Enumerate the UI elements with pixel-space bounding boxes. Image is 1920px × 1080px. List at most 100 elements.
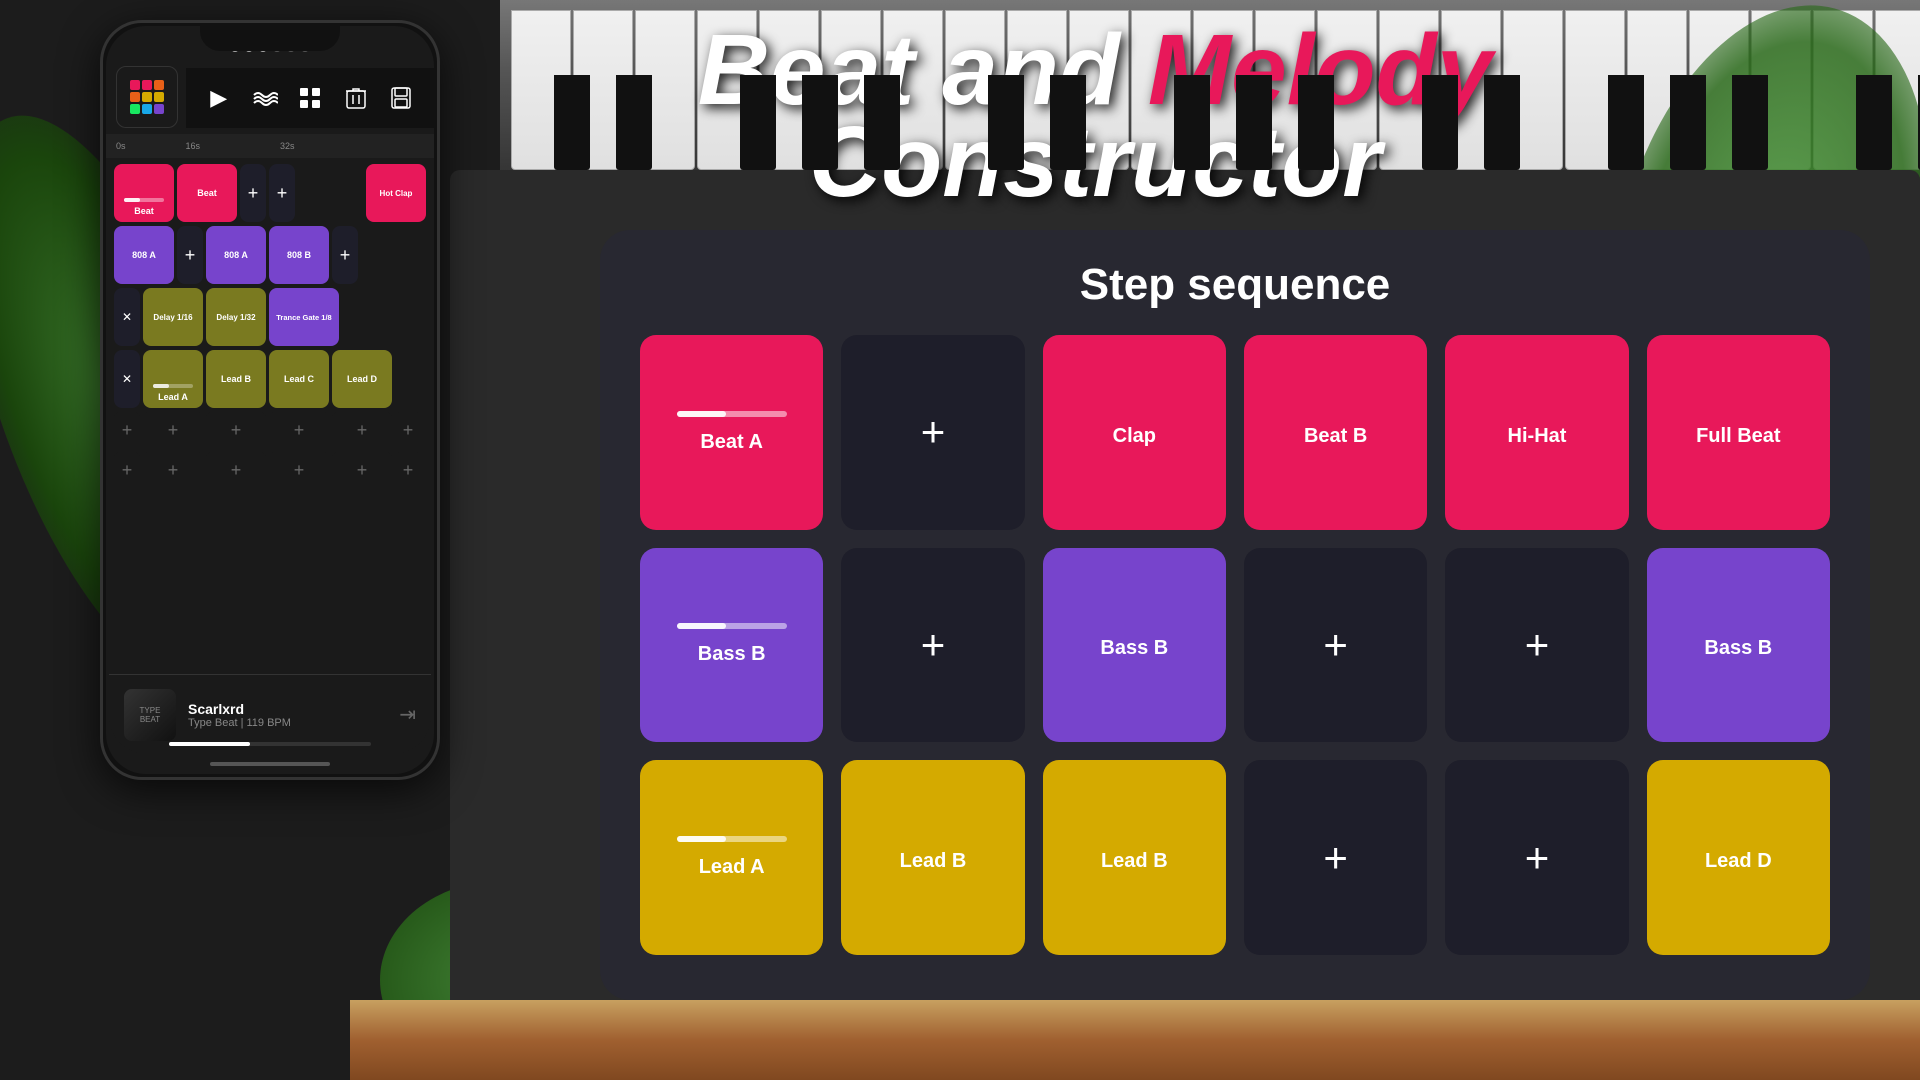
phone-add-5[interactable]: + (332, 412, 392, 448)
phone-add-11[interactable]: + (332, 452, 392, 488)
full-beat-label: Full Beat (1696, 425, 1780, 448)
piano-key-black[interactable] (1608, 75, 1644, 170)
step-cell-plus-6[interactable]: + (1445, 760, 1628, 955)
phone-x-button-1[interactable]: ✕ (114, 288, 140, 346)
phone-delay-116[interactable]: Delay 1/16 (143, 288, 203, 346)
phone-effects-row: ✕ Delay 1/16 Delay 1/32 Trance Gate 1/8 (114, 288, 426, 346)
phone-plus-3[interactable]: + (177, 226, 203, 284)
phone-808b[interactable]: 808 B (269, 226, 329, 284)
step-cell-plus-5[interactable]: + (1244, 760, 1427, 955)
trash-icon[interactable] (343, 80, 369, 116)
step-cell-bass-b-3[interactable]: Bass B (1647, 548, 1830, 743)
step-cell-lead-b-2[interactable]: Lead B (1043, 760, 1226, 955)
phone-808a-1[interactable]: 808 A (114, 226, 174, 284)
piano-key-black[interactable] (1050, 75, 1086, 170)
step-cell-lead-d[interactable]: Lead D (1647, 760, 1830, 955)
phone-add-3[interactable]: + (206, 412, 266, 448)
phone-beat-a-cell[interactable]: Beat (114, 164, 174, 222)
phone-delay-132[interactable]: Delay 1/32 (206, 288, 266, 346)
piano-key-black[interactable] (1174, 75, 1210, 170)
step-cell-hihat[interactable]: Hi-Hat (1445, 335, 1628, 530)
lead-b-1-label: Lead B (900, 850, 967, 873)
phone-add-8[interactable]: + (143, 452, 203, 488)
grid-icon[interactable] (298, 80, 324, 116)
phone-plus-1[interactable]: + (240, 164, 266, 222)
phone-timeline: 0s 16s 32s (106, 134, 434, 158)
phone-808-row: 808 A + 808 A 808 B + (114, 226, 426, 284)
phone-add-row-1: + + + + + + (114, 412, 426, 448)
phone-lead-d-cell[interactable]: Lead D (332, 350, 392, 408)
piano-key-black[interactable] (864, 75, 900, 170)
phone-grid-area: Beat Beat + + Hot Clap 808 A (106, 158, 434, 684)
phone-beat-b-label: Beat (197, 188, 217, 198)
save-icon[interactable] (389, 80, 415, 116)
piano-key-black[interactable] (1670, 75, 1706, 170)
step-cell-plus-4[interactable]: + (1445, 548, 1628, 743)
step-sequence-title: Step sequence (640, 260, 1830, 310)
step-cell-beat-b[interactable]: Beat B (1244, 335, 1427, 530)
phone-lead-a-cell[interactable]: Lead A (143, 350, 203, 408)
step-cell-beat-a[interactable]: Beat A (640, 335, 823, 530)
step-cell-clap[interactable]: Clap (1043, 335, 1226, 530)
piano-key-black[interactable] (1732, 75, 1768, 170)
phone-delay116-label: Delay 1/16 (153, 313, 192, 322)
piano-key-black[interactable] (1856, 75, 1892, 170)
player-type: Type Beat | 119 BPM (188, 717, 387, 729)
player-progress-bar[interactable] (169, 742, 371, 746)
step-cell-plus-3[interactable]: + (1244, 548, 1427, 743)
phone-hotclap-cell[interactable]: Hot Clap (366, 164, 426, 222)
play-button[interactable]: ▶ (206, 80, 232, 116)
phone-add-7[interactable]: + (114, 452, 140, 488)
waves-svg (252, 89, 278, 107)
piano-key-black[interactable] (1298, 75, 1334, 170)
logo-dot-8 (142, 104, 152, 114)
phone-x-button-2[interactable]: ✕ (114, 350, 140, 408)
phone-add-10[interactable]: + (269, 452, 329, 488)
piano-key-black[interactable] (554, 75, 590, 170)
phone-spacer-1 (298, 164, 363, 222)
timeline-marker-16s: 16s (186, 141, 201, 151)
step-cell-plus-1[interactable]: + (841, 335, 1024, 530)
beat-a-slider[interactable] (677, 411, 787, 417)
phone-lead-d-label: Lead D (347, 374, 377, 384)
logo-grid (124, 74, 170, 120)
piano-key-black[interactable] (802, 75, 838, 170)
piano-key-black[interactable] (1484, 75, 1520, 170)
step-cell-lead-a[interactable]: Lead A (640, 760, 823, 955)
phone-beat-b-cell[interactable]: Beat (177, 164, 237, 222)
phone-add-6[interactable]: + (395, 412, 421, 448)
step-cell-full-beat[interactable]: Full Beat (1647, 335, 1830, 530)
phone-add-12[interactable]: + (395, 452, 421, 488)
player-progress-fill (169, 742, 250, 746)
clap-label: Clap (1113, 425, 1156, 448)
step-cell-bass-b-1[interactable]: Bass B (640, 548, 823, 743)
phone-lead-c-cell[interactable]: Lead C (269, 350, 329, 408)
step-cell-lead-b-1[interactable]: Lead B (841, 760, 1024, 955)
phone-lead-b-label: Lead B (221, 374, 251, 384)
piano-key-black[interactable] (988, 75, 1024, 170)
phone-add-1[interactable]: + (114, 412, 140, 448)
phone-lead-c-label: Lead C (284, 374, 314, 384)
bass-b-slider[interactable] (677, 623, 787, 629)
piano-key-black[interactable] (740, 75, 776, 170)
step-cell-plus-2[interactable]: + (841, 548, 1024, 743)
piano-key-black[interactable] (1236, 75, 1272, 170)
phone-add-9[interactable]: + (206, 452, 266, 488)
phone-trance-gate[interactable]: Trance Gate 1/8 (269, 288, 339, 346)
lead-a-slider[interactable] (677, 836, 787, 842)
beat-b-label: Beat B (1304, 425, 1367, 448)
phone-plus-4[interactable]: + (332, 226, 358, 284)
piano-key-black[interactable] (616, 75, 652, 170)
player-arrow-icon[interactable]: ⇥ (399, 702, 416, 727)
phone-plus-2[interactable]: + (269, 164, 295, 222)
piano-key-black[interactable] (1422, 75, 1458, 170)
phone-808a-2-label: 808 A (224, 250, 248, 260)
phone-add-4[interactable]: + (269, 412, 329, 448)
lead-d-label: Lead D (1705, 850, 1772, 873)
step-cell-bass-b-2[interactable]: Bass B (1043, 548, 1226, 743)
phone-808a-2[interactable]: 808 A (206, 226, 266, 284)
app-logo[interactable] (116, 66, 178, 128)
phone-lead-b-cell[interactable]: Lead B (206, 350, 266, 408)
waves-icon[interactable] (252, 80, 278, 116)
phone-add-2[interactable]: + (143, 412, 203, 448)
